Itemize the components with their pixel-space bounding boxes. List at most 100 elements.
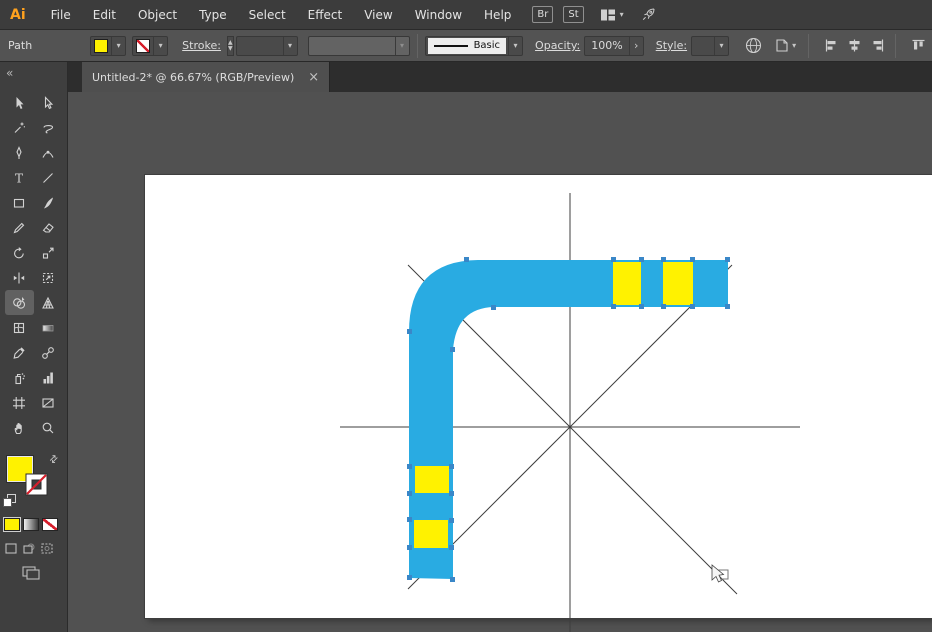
anchor-point[interactable] xyxy=(407,517,412,522)
width-tool[interactable] xyxy=(5,265,34,290)
draw-behind-icon[interactable] xyxy=(22,542,36,555)
fill-color-control[interactable]: ▾ xyxy=(90,36,126,56)
anchor-point[interactable] xyxy=(449,464,454,469)
swap-fill-stroke-icon[interactable]: ⇄ xyxy=(47,453,61,467)
anchor-point[interactable] xyxy=(407,329,412,334)
mesh-tool[interactable] xyxy=(5,315,34,340)
anchor-point[interactable] xyxy=(661,304,666,309)
align-horizontal-center-button[interactable] xyxy=(847,38,862,53)
collapse-panel-button[interactable]: « xyxy=(6,66,13,80)
menu-edit[interactable]: Edit xyxy=(82,0,127,30)
anchor-point[interactable] xyxy=(491,305,496,310)
anchor-point[interactable] xyxy=(407,545,412,550)
style-label[interactable]: Style: xyxy=(656,39,687,52)
free-transform-tool[interactable] xyxy=(34,265,63,290)
stroke-color-control[interactable]: ▾ xyxy=(132,36,168,56)
draw-normal-icon[interactable] xyxy=(4,542,18,555)
gradient-tool[interactable] xyxy=(34,315,63,340)
blue-pipe-shape[interactable] xyxy=(409,260,728,579)
anchor-point[interactable] xyxy=(661,257,666,262)
column-graph-tool[interactable] xyxy=(34,365,63,390)
stroke-color-indicator[interactable] xyxy=(25,473,49,497)
close-tab-icon[interactable]: × xyxy=(308,71,319,84)
anchor-point[interactable] xyxy=(407,491,412,496)
rotate-tool[interactable] xyxy=(5,240,34,265)
paintbrush-tool[interactable] xyxy=(34,190,63,215)
selection-tool[interactable] xyxy=(5,90,34,115)
anchor-point[interactable] xyxy=(690,304,695,309)
menu-type[interactable]: Type xyxy=(188,0,238,30)
artboard-tool[interactable] xyxy=(5,390,34,415)
canvas[interactable] xyxy=(68,92,932,632)
menu-select[interactable]: Select xyxy=(238,0,297,30)
blend-tool[interactable] xyxy=(34,340,63,365)
align-vertical-top-button[interactable] xyxy=(911,38,926,53)
brush-definition-dropdown[interactable]: Basic ▾ xyxy=(425,36,523,56)
anchor-point[interactable] xyxy=(611,257,616,262)
yellow-rect-shape[interactable] xyxy=(663,262,693,305)
stroke-weight-dropdown[interactable]: ▾ xyxy=(236,36,298,56)
recolor-artwork-button[interactable] xyxy=(745,37,762,54)
anchor-point[interactable] xyxy=(449,545,454,550)
magic-wand-tool[interactable] xyxy=(5,115,34,140)
menu-effect[interactable]: Effect xyxy=(297,0,354,30)
anchor-point[interactable] xyxy=(725,304,730,309)
anchor-point[interactable] xyxy=(407,575,412,580)
anchor-point[interactable] xyxy=(450,347,455,352)
anchor-point[interactable] xyxy=(407,464,412,469)
style-dropdown[interactable]: ▾ xyxy=(691,36,729,56)
scale-tool[interactable] xyxy=(34,240,63,265)
default-fill-stroke-icon[interactable] xyxy=(3,494,16,507)
none-button[interactable] xyxy=(42,518,58,531)
anchor-point[interactable] xyxy=(450,577,455,582)
color-button[interactable] xyxy=(4,518,20,531)
curvature-tool[interactable] xyxy=(34,140,63,165)
direct-selection-tool[interactable] xyxy=(34,90,63,115)
pencil-tool[interactable] xyxy=(5,215,34,240)
align-horizontal-right-button[interactable] xyxy=(870,38,885,53)
stroke-label[interactable]: Stroke: xyxy=(182,39,221,52)
menu-help[interactable]: Help xyxy=(473,0,522,30)
gpu-performance-button[interactable] xyxy=(640,7,656,22)
rectangle-tool[interactable] xyxy=(5,190,34,215)
yellow-rect-shape[interactable] xyxy=(414,520,448,548)
lasso-tool[interactable] xyxy=(34,115,63,140)
align-horizontal-left-button[interactable] xyxy=(824,38,839,53)
workspace-switcher[interactable]: ▾ xyxy=(600,8,624,22)
yellow-rect-shape[interactable] xyxy=(415,466,449,493)
anchor-point[interactable] xyxy=(449,491,454,496)
symbol-sprayer-tool[interactable] xyxy=(5,365,34,390)
anchor-point[interactable] xyxy=(639,257,644,262)
anchor-point[interactable] xyxy=(464,257,469,262)
opacity-control[interactable]: 100% › xyxy=(584,36,643,56)
menu-view[interactable]: View xyxy=(353,0,403,30)
isolate-object-control[interactable]: ▾ xyxy=(774,38,796,53)
menu-window[interactable]: Window xyxy=(404,0,473,30)
stroke-weight-stepper[interactable]: ▲▼ xyxy=(227,36,234,56)
menu-object[interactable]: Object xyxy=(127,0,188,30)
eyedropper-tool[interactable] xyxy=(5,340,34,365)
anchor-point[interactable] xyxy=(611,304,616,309)
slice-tool[interactable] xyxy=(34,390,63,415)
pen-tool[interactable] xyxy=(5,140,34,165)
document-tab[interactable]: Untitled-2* @ 66.67% (RGB/Preview) × xyxy=(82,62,330,92)
bridge-button[interactable]: Br xyxy=(532,6,553,23)
zoom-tool[interactable] xyxy=(34,415,63,440)
anchor-point[interactable] xyxy=(449,518,454,523)
hand-tool[interactable] xyxy=(5,415,34,440)
screen-mode-button[interactable] xyxy=(22,566,40,580)
shape-builder-tool[interactable] xyxy=(5,290,34,315)
yellow-rect-shape[interactable] xyxy=(613,262,641,305)
perspective-grid-tool[interactable] xyxy=(34,290,63,315)
type-tool[interactable]: T xyxy=(5,165,34,190)
anchor-point[interactable] xyxy=(639,304,644,309)
eraser-tool[interactable] xyxy=(34,215,63,240)
gradient-button[interactable] xyxy=(23,518,39,531)
stock-button[interactable]: St xyxy=(563,6,583,23)
menu-file[interactable]: File xyxy=(40,0,82,30)
opacity-label[interactable]: Opacity: xyxy=(535,39,580,52)
line-segment-tool[interactable] xyxy=(34,165,63,190)
anchor-point[interactable] xyxy=(725,257,730,262)
draw-inside-icon[interactable] xyxy=(40,542,54,555)
anchor-point[interactable] xyxy=(690,257,695,262)
